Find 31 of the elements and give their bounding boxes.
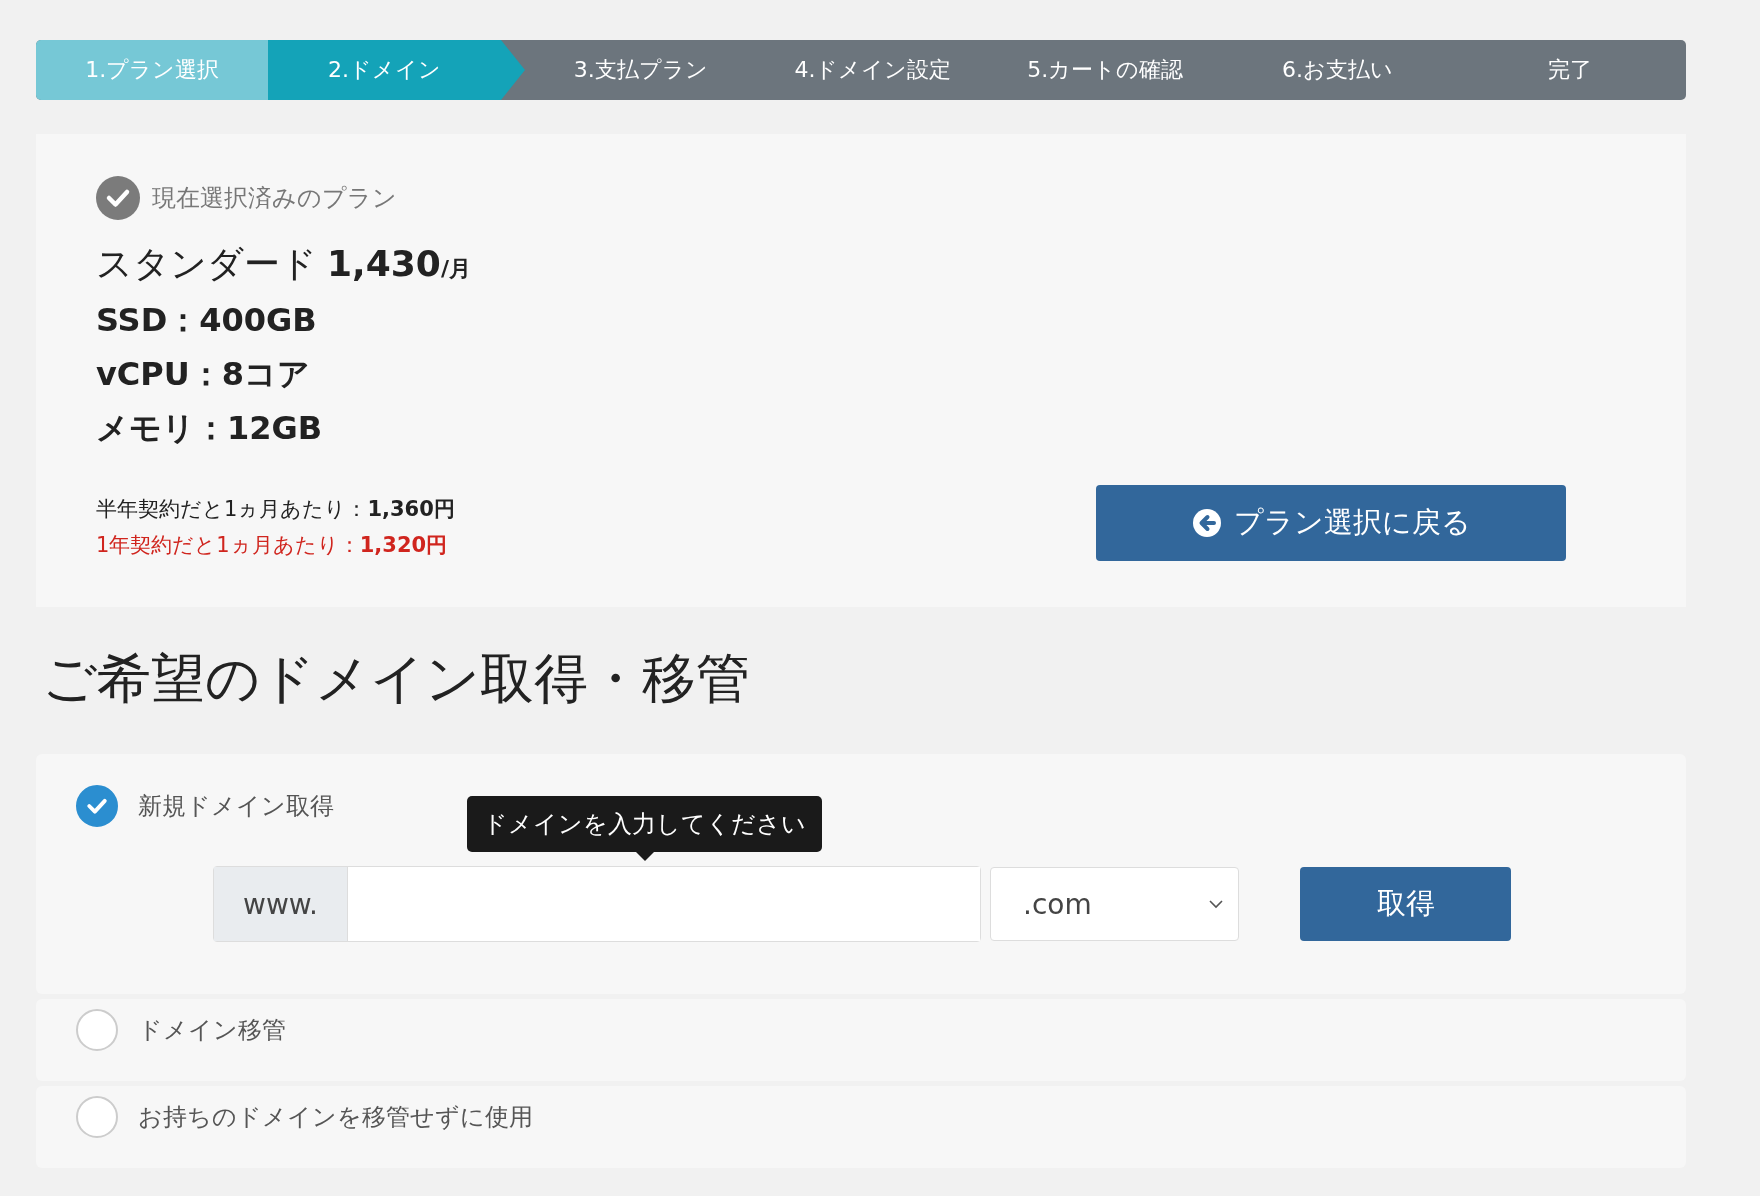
step-arrow [500, 40, 525, 100]
price-unit: /月 [440, 256, 471, 283]
progress-step: 1.プラン選択 [36, 40, 269, 100]
offer-price: 1年契約だと1ヵ月あたり：1,320円 [96, 532, 449, 559]
input-prefix: www. [214, 867, 347, 941]
progress-step: 4.ドメイン設定 [756, 40, 990, 100]
option-label: ドメイン移管 [138, 1015, 286, 1046]
domain-input-field[interactable] [347, 867, 980, 941]
progress-step: 完了 [1453, 40, 1686, 100]
progress-step: 5.カートの確認 [989, 40, 1222, 100]
check-icon [96, 176, 140, 220]
section-heading: ご希望のドメイン取得・移管 [42, 646, 751, 712]
radio-button[interactable] [76, 1096, 118, 1138]
tld-dropdown[interactable]: .com [990, 867, 1239, 941]
chevron-down-icon [1208, 899, 1224, 909]
offer-price: 半年契約だと1ヵ月あたり：1,360円 [96, 496, 455, 523]
back-button[interactable]: プラン選択に戻る [1096, 485, 1566, 561]
progress-step: 3.支払プラン [524, 40, 757, 100]
radio-button[interactable] [76, 785, 118, 827]
option-label: 新規ドメイン取得 [138, 791, 334, 822]
plan-caption: 現在選択済みのプラン [152, 183, 397, 214]
progress-step: 6.お支払い [1221, 40, 1454, 100]
plan-spec: メモリ：12GB [96, 408, 324, 449]
acquire-button[interactable]: 取得 [1300, 867, 1511, 941]
plan-price: 1,430 [327, 243, 441, 284]
option-label: お持ちのドメインを移管せずに使用 [138, 1102, 533, 1133]
plan-spec: SSD：400GB [96, 300, 318, 341]
plan-name: スタンダード [96, 242, 317, 286]
plan-spec: vCPU：8コア [96, 354, 312, 395]
radio-button[interactable] [76, 1009, 118, 1051]
tooltip-pointer [635, 852, 654, 861]
